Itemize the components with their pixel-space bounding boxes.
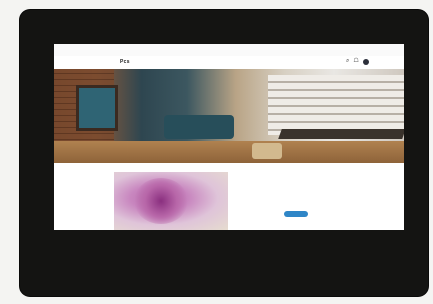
- search-icon[interactable]: ⌕: [346, 58, 349, 65]
- website-screen: Pcs ⌕ ☖: [54, 44, 404, 230]
- floor: [54, 141, 404, 163]
- promo-section: [54, 170, 404, 230]
- chair: [252, 143, 282, 159]
- promo-button[interactable]: [284, 211, 308, 217]
- site-header: Pcs ⌕ ☖: [54, 56, 404, 70]
- window: [76, 85, 118, 131]
- flower-decoration: [134, 178, 188, 224]
- hero-banner-image: [54, 69, 404, 163]
- hero-caption: [54, 163, 404, 170]
- header-icons: ⌕ ☖: [346, 58, 369, 65]
- sofa: [164, 115, 234, 139]
- avatar[interactable]: [362, 58, 369, 65]
- site-logo[interactable]: Pcs: [120, 59, 130, 65]
- table: [278, 129, 404, 139]
- photo-background: Pcs ⌕ ☖: [0, 0, 433, 304]
- shelves: [268, 75, 404, 135]
- cart-icon[interactable]: ☖: [353, 58, 358, 65]
- monitor-bezel: Pcs ⌕ ☖: [20, 10, 428, 296]
- announcement-bar: [54, 44, 404, 56]
- product-image[interactable]: [114, 172, 228, 230]
